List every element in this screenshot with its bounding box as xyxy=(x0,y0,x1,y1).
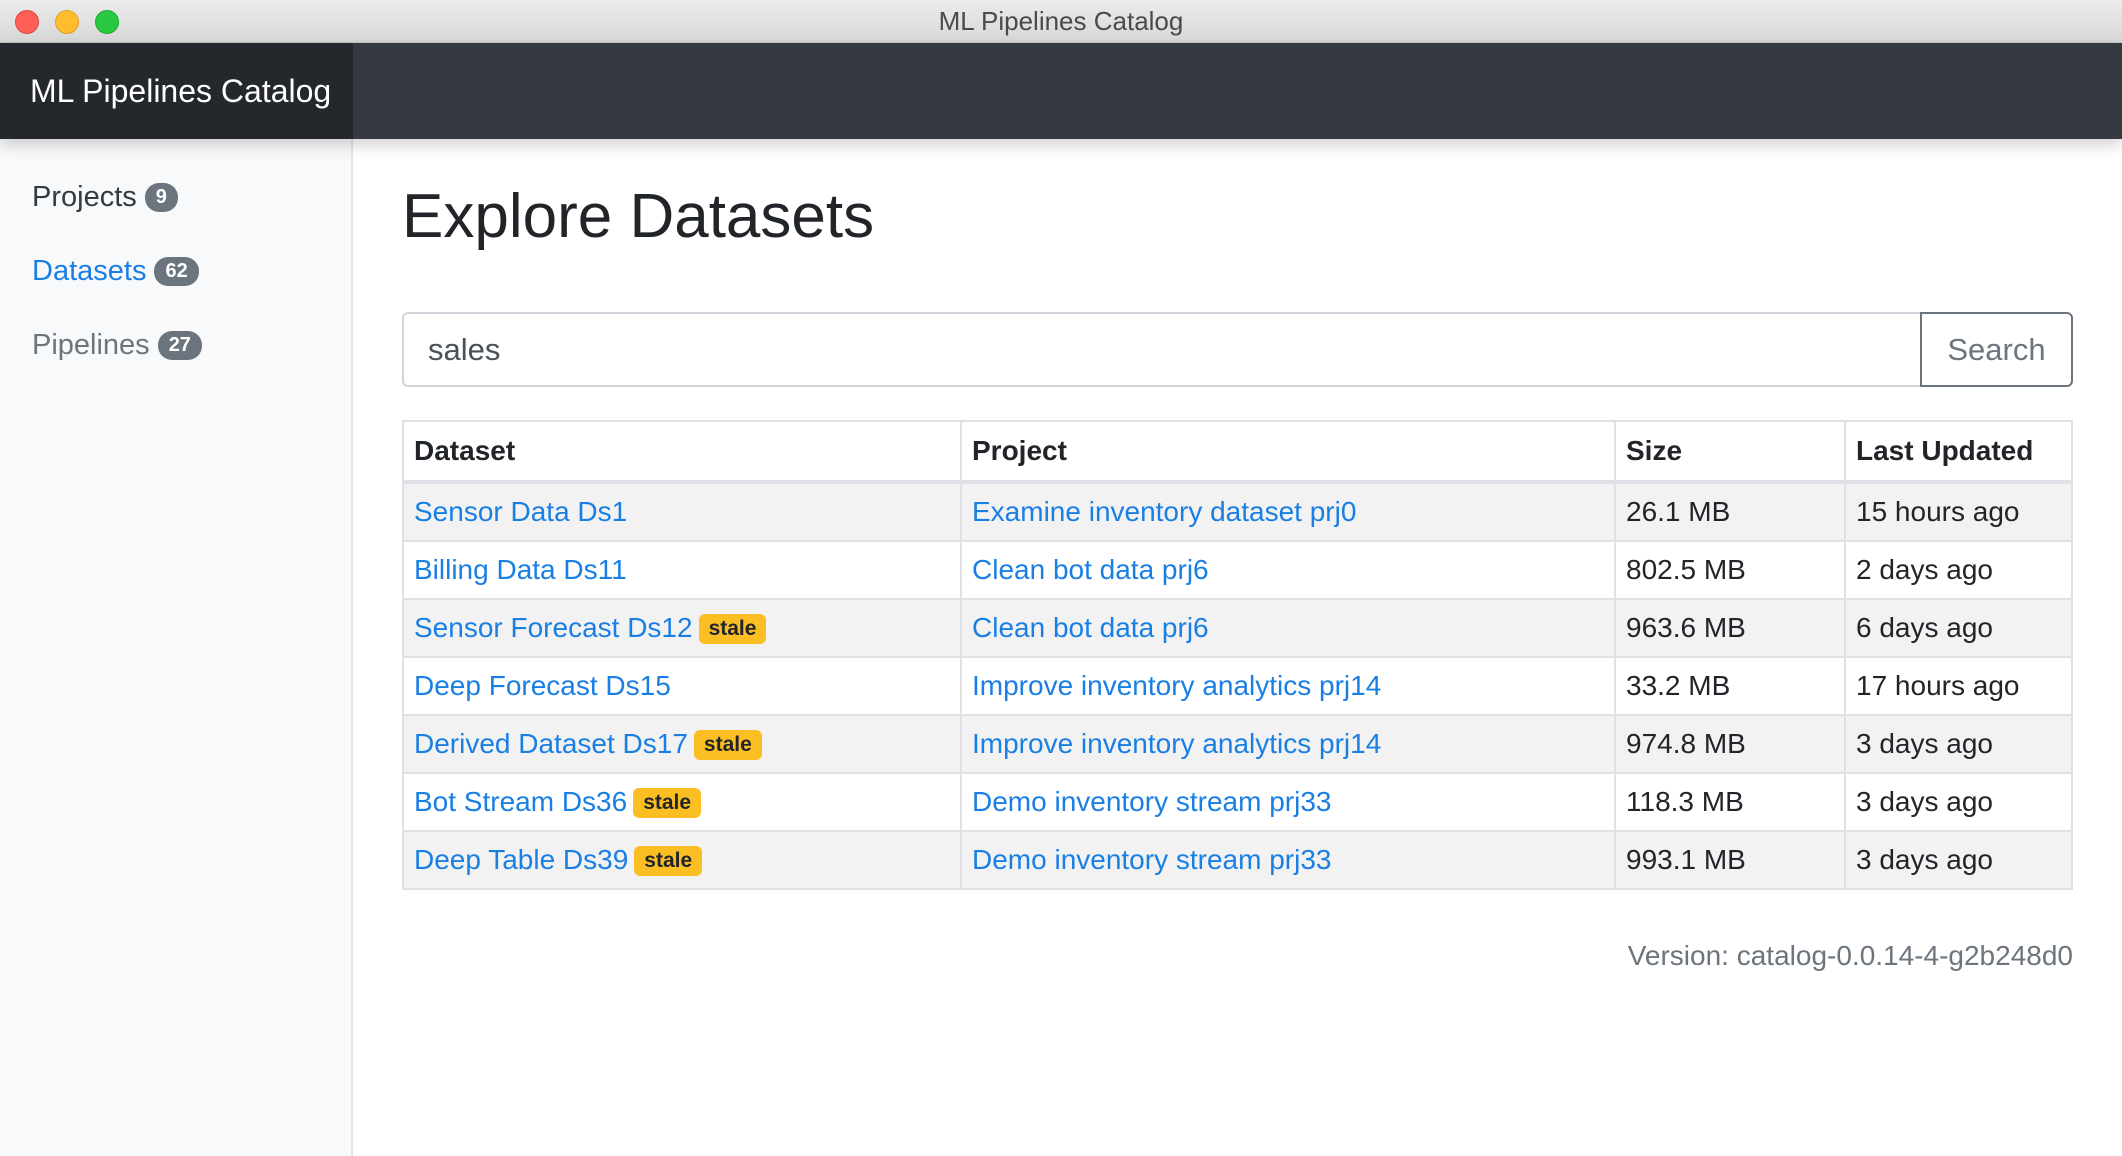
dataset-cell: Sensor Forecast Ds12 stale xyxy=(402,598,962,658)
updated-cell: 15 hours ago xyxy=(1844,481,2073,542)
dataset-cell: Deep Forecast Ds15 xyxy=(402,656,962,716)
count-badge: 62 xyxy=(154,256,199,286)
size-cell: 33.2 MB xyxy=(1614,656,1846,716)
size-cell: 118.3 MB xyxy=(1614,772,1846,832)
size-cell: 26.1 MB xyxy=(1614,481,1846,542)
search-button[interactable]: Search xyxy=(1920,312,2073,387)
project-cell: Improve inventory analytics prj14 xyxy=(960,656,1616,716)
dataset-cell: Bot Stream Ds36 stale xyxy=(402,772,962,832)
dataset-cell: Deep Table Ds39 stale xyxy=(402,830,962,890)
dataset-cell: Sensor Data Ds1 xyxy=(402,481,962,542)
column-header-last-updated[interactable]: Last Updated xyxy=(1844,420,2073,484)
stale-badge: stale xyxy=(698,614,767,644)
project-cell: Demo inventory stream prj33 xyxy=(960,772,1616,832)
project-link[interactable]: Clean bot data prj6 xyxy=(972,612,1209,643)
project-cell: Examine inventory dataset prj0 xyxy=(960,481,1616,542)
project-link[interactable]: Clean bot data prj6 xyxy=(972,554,1209,585)
table-row: Billing Data Ds11 Clean bot data prj6 80… xyxy=(402,540,2073,600)
table-row: Bot Stream Ds36 stale Demo inventory stre… xyxy=(402,772,2073,832)
column-header-project[interactable]: Project xyxy=(960,420,1616,484)
updated-cell: 3 days ago xyxy=(1844,714,2073,774)
project-link[interactable]: Improve inventory analytics prj14 xyxy=(972,670,1381,701)
dataset-link[interactable]: Deep Forecast Ds15 xyxy=(414,670,671,701)
sidebar: Projects 9 Datasets 62 Pipelines 27 xyxy=(0,139,353,1156)
updated-cell: 6 days ago xyxy=(1844,598,2073,658)
sidebar-item-label: Projects xyxy=(32,180,137,213)
dataset-link[interactable]: Sensor Forecast Ds12 xyxy=(414,612,693,643)
size-cell: 802.5 MB xyxy=(1614,540,1846,600)
dataset-link[interactable]: Deep Table Ds39 xyxy=(414,844,628,875)
dataset-link[interactable]: Billing Data Ds11 xyxy=(414,554,627,585)
project-cell: Clean bot data prj6 xyxy=(960,540,1616,600)
sidebar-item-projects[interactable]: Projects 9 xyxy=(32,177,178,217)
datasets-table: Dataset Project Size Last Updated Sensor… xyxy=(402,420,2073,890)
project-link[interactable]: Demo inventory stream prj33 xyxy=(972,786,1331,817)
dataset-link[interactable]: Derived Dataset Ds17 xyxy=(414,728,688,759)
sidebar-item-label: Pipelines xyxy=(32,328,150,361)
table-row: Sensor Forecast Ds12 stale Clean bot data… xyxy=(402,598,2073,658)
stale-badge: stale xyxy=(634,846,703,876)
project-link[interactable]: Demo inventory stream prj33 xyxy=(972,844,1331,875)
table-row: Deep Table Ds39 stale Demo inventory stre… xyxy=(402,830,2073,890)
count-badge: 9 xyxy=(144,182,178,212)
stale-badge: stale xyxy=(633,788,702,818)
project-cell: Improve inventory analytics prj14 xyxy=(960,714,1616,774)
version-label: Version: catalog-0.0.14-4-g2b248d0 xyxy=(1627,940,2073,971)
dataset-link[interactable]: Sensor Data Ds1 xyxy=(414,496,627,527)
app-window: ML Pipelines Catalog ML Pipelines Catalo… xyxy=(0,0,2122,1156)
window-title: ML Pipelines Catalog xyxy=(938,6,1184,36)
count-badge: 27 xyxy=(157,330,202,360)
table-row: Derived Dataset Ds17 stale Improve invent… xyxy=(402,714,2073,774)
page-title: Explore Datasets xyxy=(402,182,875,251)
top-navbar: ML Pipelines Catalog xyxy=(0,43,2122,139)
updated-cell: 3 days ago xyxy=(1844,772,2073,832)
updated-cell: 2 days ago xyxy=(1844,540,2073,600)
main-content: Explore Datasets Search Dataset Project … xyxy=(353,139,2122,1156)
project-link[interactable]: Improve inventory analytics prj14 xyxy=(972,728,1381,759)
dataset-link[interactable]: Bot Stream Ds36 xyxy=(414,786,627,817)
search-input[interactable] xyxy=(402,312,1922,387)
column-header-dataset[interactable]: Dataset xyxy=(402,420,962,484)
sidebar-item-datasets[interactable]: Datasets 62 xyxy=(32,251,199,291)
project-cell: Demo inventory stream prj33 xyxy=(960,830,1616,890)
project-link[interactable]: Examine inventory dataset prj0 xyxy=(972,496,1356,527)
sidebar-item-label: Datasets xyxy=(32,254,147,287)
dataset-cell: Billing Data Ds11 xyxy=(402,540,962,600)
size-cell: 974.8 MB xyxy=(1614,714,1846,774)
updated-cell: 3 days ago xyxy=(1844,830,2073,890)
stale-badge: stale xyxy=(693,730,762,760)
table-row: Sensor Data Ds1 Examine inventory datase… xyxy=(402,481,2073,542)
sidebar-item-pipelines[interactable]: Pipelines 27 xyxy=(32,325,202,365)
updated-cell: 17 hours ago xyxy=(1844,656,2073,716)
window-titlebar: ML Pipelines Catalog xyxy=(0,0,2122,43)
size-cell: 963.6 MB xyxy=(1614,598,1846,658)
column-header-size[interactable]: Size xyxy=(1614,420,1846,484)
size-cell: 993.1 MB xyxy=(1614,830,1846,890)
table-row: Deep Forecast Ds15 Improve inventory ana… xyxy=(402,656,2073,716)
brand-link[interactable]: ML Pipelines Catalog xyxy=(0,43,353,139)
table-header-row: Dataset Project Size Last Updated xyxy=(402,420,2073,484)
project-cell: Clean bot data prj6 xyxy=(960,598,1616,658)
dataset-cell: Derived Dataset Ds17 stale xyxy=(402,714,962,774)
